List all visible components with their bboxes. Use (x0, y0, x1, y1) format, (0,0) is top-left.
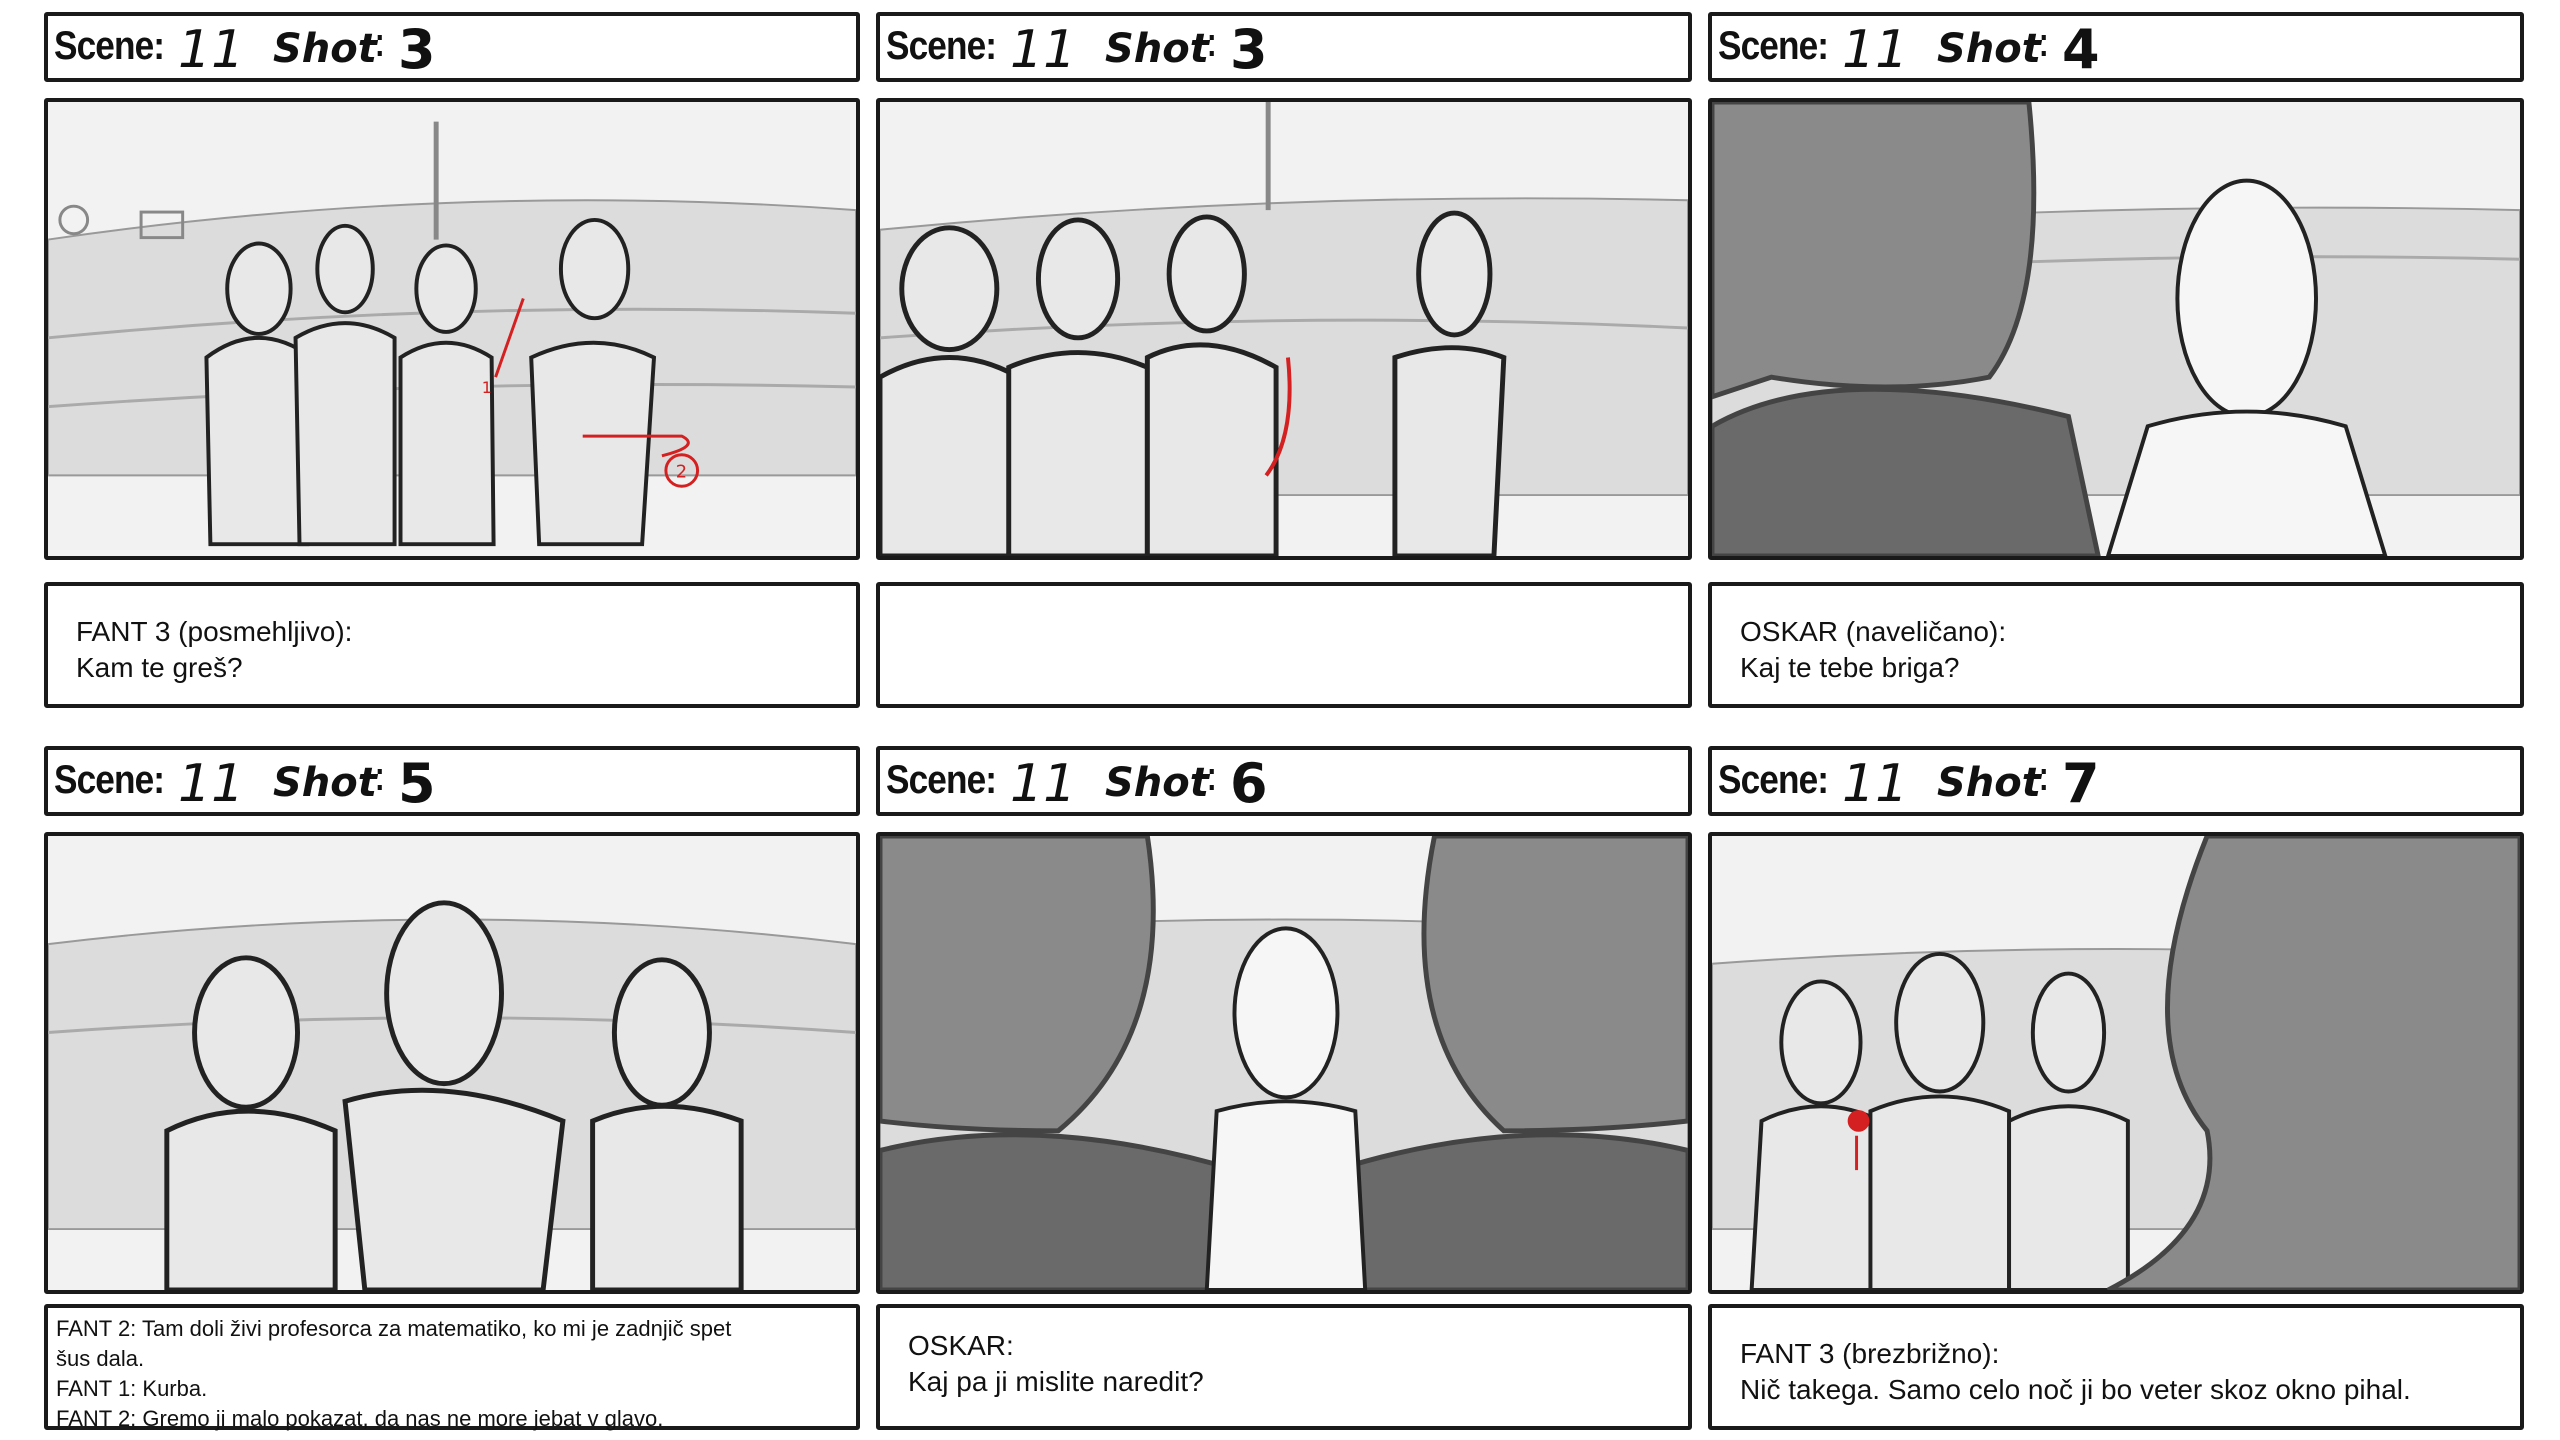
dialogue-line: šus dala. (56, 1346, 145, 1371)
dialogue-line: Kaj te tebe briga? (1740, 652, 1960, 683)
sketch-frame (44, 832, 860, 1294)
scene-label: Scene: (1718, 24, 1829, 68)
storyboard-panel-2: Scene: 11 Shot : 3 (876, 12, 1692, 712)
scene-number: 11 (1010, 754, 1077, 814)
dialogue-box (876, 582, 1692, 708)
sketch-frame (876, 98, 1692, 560)
storyboard-panel-5: Scene: 11 Shot : 6 OSKAR: Kaj pa ji misl… (876, 746, 1692, 1436)
shot-number: 4 (2062, 18, 2100, 81)
sketch-drawing (1712, 836, 2520, 1290)
dialogue-line: Kaj pa ji mislite naredit? (908, 1366, 1204, 1397)
dialogue-box: FANT 2: Tam doli živi profesorca za mate… (44, 1304, 860, 1431)
panel-header: Scene: 11 Shot : 6 (876, 746, 1692, 816)
dialogue-box: OSKAR (naveličano): Kaj te tebe briga? (1708, 582, 2524, 708)
dialogue-line: OSKAR: (908, 1330, 1014, 1361)
shot-colon: : (373, 754, 387, 800)
scene-number: 11 (1010, 20, 1077, 80)
dialogue-line: FANT 2: Tam doli živi profesorca za mate… (56, 1316, 732, 1341)
storyboard-panel-3: Scene: 11 Shot : 4 OSKAR (naveličano): K… (1708, 12, 2524, 712)
dialogue-box: FANT 3 (brezbrižno): Nič takega. Samo ce… (1708, 1304, 2524, 1430)
dialogue-line: FANT 3 (brezbrižno): (1740, 1338, 2000, 1369)
scene-label: Scene: (54, 758, 165, 802)
sketch-frame (876, 832, 1692, 1294)
panel-header: Scene: 11 Shot : 3 (876, 12, 1692, 82)
shot-number: 6 (1230, 752, 1268, 815)
annotation-1: 1 (482, 378, 492, 397)
dialogue-line: OSKAR (naveličano): (1740, 616, 2007, 647)
sketch-frame (1708, 98, 2524, 560)
scene-number: 11 (178, 20, 245, 80)
shot-colon: : (2037, 754, 2051, 800)
scene-number: 11 (1842, 754, 1909, 814)
shot-label: Shot (273, 26, 377, 72)
sketch-drawing (48, 836, 856, 1290)
shot-label: Shot (1105, 760, 1209, 806)
scene-label: Scene: (1718, 758, 1829, 802)
scene-label: Scene: (886, 24, 997, 68)
shot-label: Shot (1105, 26, 1209, 72)
storyboard-panel-4: Scene: 11 Shot : 5 FANT 2: Tam doli živi… (44, 746, 860, 1436)
scene-label: Scene: (886, 758, 997, 802)
scene-number: 11 (178, 754, 245, 814)
dialogue-line: Nič takega. Samo celo noč ji bo veter sk… (1740, 1374, 2411, 1405)
sketch-drawing: 2 1 (48, 102, 856, 556)
shot-number: 7 (2062, 752, 2100, 815)
sketch-drawing (880, 836, 1688, 1290)
dialogue-box: OSKAR: Kaj pa ji mislite naredit? (876, 1304, 1692, 1430)
sketch-drawing (880, 102, 1688, 556)
shot-colon: : (1205, 20, 1219, 66)
dialogue-line: Kam te greš? (76, 652, 243, 683)
shot-label: Shot (1937, 760, 2041, 806)
scene-number: 11 (1842, 20, 1909, 80)
scene-label: Scene: (54, 24, 165, 68)
dialogue-line: FANT 3 (posmehljivo): (76, 616, 353, 647)
shot-number: 3 (1230, 18, 1268, 81)
storyboard-panel-6: Scene: 11 Shot : 7 FANT 3 (brezbrižno): … (1708, 746, 2524, 1436)
shot-colon: : (2037, 20, 2051, 66)
annotation-2: 2 (676, 462, 687, 482)
shot-label: Shot (273, 760, 377, 806)
sketch-frame: 2 1 (44, 98, 860, 560)
sketch-frame (1708, 832, 2524, 1294)
shot-number: 3 (398, 18, 436, 81)
shot-colon: : (373, 20, 387, 66)
panel-header: Scene: 11 Shot : 3 (44, 12, 860, 82)
storyboard-panel-1: Scene: 11 Shot : 3 2 1 FANT 3 (posmehlji… (44, 12, 860, 712)
dialogue-box: FANT 3 (posmehljivo): Kam te greš? (44, 582, 860, 708)
dialogue-line: FANT 1: Kurba. (56, 1376, 208, 1401)
panel-header: Scene: 11 Shot : 5 (44, 746, 860, 816)
panel-header: Scene: 11 Shot : 7 (1708, 746, 2524, 816)
shot-colon: : (1205, 754, 1219, 800)
sketch-drawing (1712, 102, 2520, 556)
shot-label: Shot (1937, 26, 2041, 72)
dialogue-line: FANT 2: Gremo ji malo pokazat, da nas ne… (56, 1406, 664, 1431)
shot-number: 5 (398, 752, 436, 815)
panel-header: Scene: 11 Shot : 4 (1708, 12, 2524, 82)
